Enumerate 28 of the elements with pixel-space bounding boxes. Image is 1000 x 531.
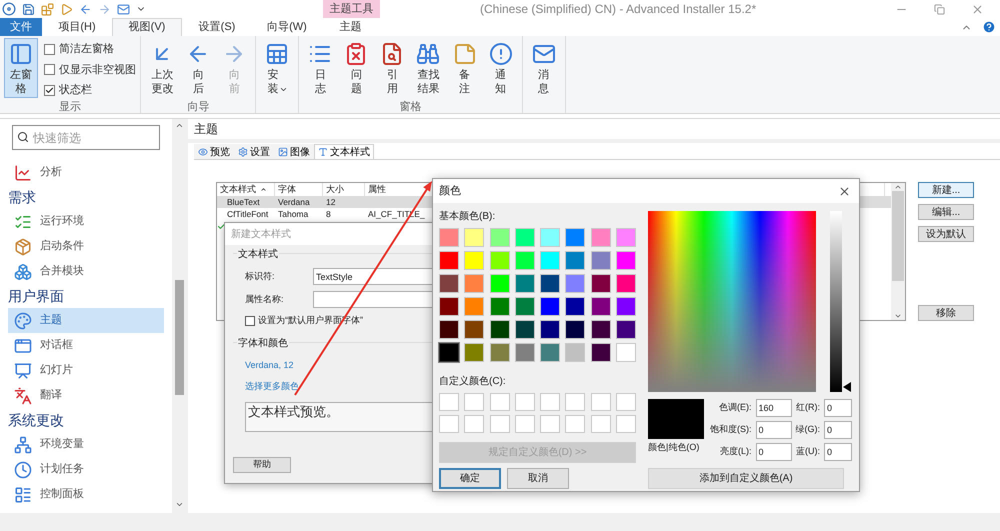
section-heading: 需求 — [7, 188, 37, 206]
field-label: 红(R): — [796, 401, 820, 414]
table-cell: CfTitleFont — [227, 208, 268, 220]
panel-title: 主题 — [188, 119, 1000, 139]
group-label: 字体和颜色 — [237, 336, 289, 350]
dialog-title: 颜色 — [439, 184, 461, 199]
solid-color-label: 颜色|纯色(O) — [648, 441, 700, 454]
group-label: 向导 — [187, 100, 210, 113]
field-label: 蓝(U): — [796, 445, 820, 458]
basic-colors-label: 基本颜色(B): — [439, 210, 496, 224]
field-label: 亮度(L): — [719, 445, 752, 458]
field-label: 绿(G): — [796, 423, 820, 436]
custom-colors-label: 自定义颜色(C): — [439, 374, 507, 389]
table-cell: 12 — [326, 196, 336, 208]
context-tab-group: 主题工具 — [323, 0, 380, 18]
field-label: 饱和度(S): — [710, 423, 752, 436]
group-label: 显示 — [59, 100, 82, 113]
window-title: (Chinese (Simplified) CN) - Advanced Installer 15.2* — [479, 1, 758, 18]
table-cell: 8 — [326, 208, 331, 220]
field-label: 属性名称: — [245, 292, 285, 306]
section-heading: 系统更改 — [7, 410, 65, 430]
table-cell: Verdana — [278, 196, 310, 208]
field-label: 标识符: — [245, 270, 276, 283]
group-label: 窗格 — [399, 100, 422, 113]
table-cell: Tahoma — [278, 208, 308, 220]
section-heading: 用户界面 — [7, 286, 65, 306]
field-label: 色调(E): — [718, 401, 752, 414]
table-cell: BlueText — [227, 196, 260, 208]
